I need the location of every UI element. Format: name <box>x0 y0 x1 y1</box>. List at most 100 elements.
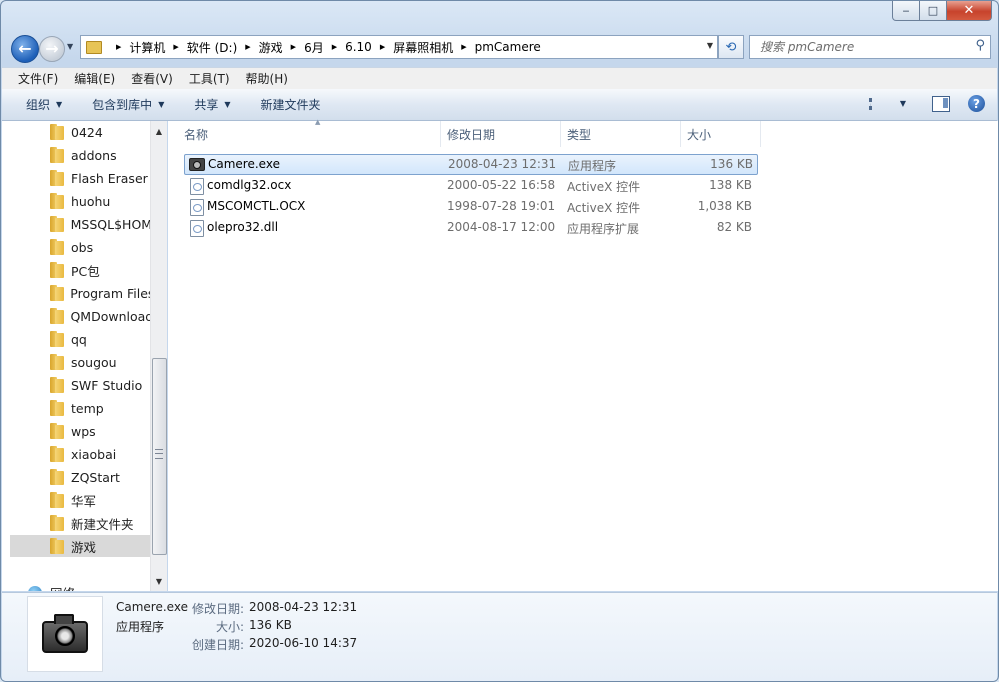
menu-tools[interactable]: 工具(T) <box>189 70 230 87</box>
tree-item-temp[interactable]: temp <box>10 397 150 419</box>
tree-item-games[interactable]: 游戏 <box>10 535 150 557</box>
folder-icon <box>50 423 64 439</box>
help-icon[interactable]: ? <box>968 95 985 112</box>
column-header-type[interactable]: 类型 <box>561 121 681 147</box>
tree-item-swf-studio[interactable]: SWF Studio <box>10 374 150 396</box>
scroll-up-arrow-icon[interactable]: ▲ <box>151 123 167 139</box>
breadcrumb-item[interactable]: 软件 (D:) <box>187 39 237 56</box>
breadcrumb-item[interactable]: 计算机 <box>129 39 165 56</box>
tree-item-qmdownload[interactable]: QMDownload <box>10 305 150 327</box>
maximize-button[interactable]: □ <box>920 1 947 21</box>
search-input[interactable] <box>758 36 962 58</box>
folder-icon <box>50 377 64 393</box>
file-row-comdlg32[interactable]: comdlg32.ocx 2000-05-22 16:58 ActiveX 控件… <box>184 176 756 196</box>
network-icon <box>28 585 42 591</box>
tree-item-huajun[interactable]: 华军 <box>10 489 150 511</box>
folder-icon <box>50 262 64 278</box>
breadcrumb-item[interactable]: 6月 <box>304 39 324 56</box>
close-button[interactable]: ✕ <box>947 1 992 21</box>
tree-item-wps[interactable]: wps <box>10 420 150 442</box>
forward-button[interactable]: → <box>39 36 65 62</box>
tree-item-addons[interactable]: addons <box>10 144 150 166</box>
details-filetype: 应用程序 <box>116 620 165 634</box>
tree-item-network[interactable]: 网络 <box>28 583 75 591</box>
breadcrumb-item[interactable]: 游戏 <box>259 39 283 56</box>
folder-icon <box>50 170 64 186</box>
breadcrumb-chevron-icon[interactable]: ▶ <box>173 43 178 51</box>
tree-item-0424[interactable]: 0424 <box>10 121 150 143</box>
tree-item-program-files[interactable]: Program Files <box>10 282 150 304</box>
view-options-icon[interactable] <box>868 97 886 110</box>
breadcrumb-chevron-icon[interactable]: ▶ <box>116 43 121 51</box>
include-in-library-button[interactable]: 包含到库中 ▼ <box>92 96 164 113</box>
file-size: 136 KB <box>710 157 753 171</box>
refresh-button[interactable]: ⟲ <box>718 35 744 59</box>
column-name-label: 名称 <box>184 127 209 142</box>
search-icon[interactable]: ⚲ <box>975 38 985 53</box>
column-header-date[interactable]: 修改日期 <box>441 121 561 147</box>
tree-item-huohu[interactable]: huohu <box>10 190 150 212</box>
scrollbar-thumb[interactable] <box>152 358 167 555</box>
menu-bar: 文件(F) 编辑(E) 查看(V) 工具(T) 帮助(H) <box>2 67 997 89</box>
file-row-mscomctl[interactable]: MSCOMCTL.OCX 1998-07-28 19:01 ActiveX 控件… <box>184 197 756 217</box>
breadcrumb-chevron-icon[interactable]: ▶ <box>245 43 250 51</box>
navigation-scrollbar[interactable]: ▲ ▼ <box>150 121 167 591</box>
details-modified-value: 2008-04-23 12:31 <box>249 600 358 614</box>
scroll-down-arrow-icon[interactable]: ▼ <box>151 573 167 589</box>
file-size: 138 KB <box>709 178 752 192</box>
file-size: 1,038 KB <box>697 199 752 213</box>
breadcrumb-chevron-icon[interactable]: ▶ <box>291 43 296 51</box>
organize-button[interactable]: 组织 ▼ <box>26 96 62 113</box>
share-button[interactable]: 共享 ▼ <box>194 96 230 113</box>
breadcrumb-chevron-icon[interactable]: ▶ <box>332 43 337 51</box>
breadcrumb-chevron-icon[interactable]: ▶ <box>461 43 466 51</box>
tree-item-label: xiaobai <box>71 446 117 462</box>
folder-icon <box>50 469 64 485</box>
new-folder-button[interactable]: 新建文件夹 <box>261 96 321 113</box>
breadcrumb-item[interactable]: 屏幕照相机 <box>393 39 453 56</box>
tree-item-qq[interactable]: qq <box>10 328 150 350</box>
tree-item-zqstart[interactable]: ZQStart <box>10 466 150 488</box>
file-thumbnail <box>27 596 103 672</box>
breadcrumb-chevron-icon[interactable]: ▶ <box>380 43 385 51</box>
address-bar[interactable]: ▶ 计算机 ▶ 软件 (D:) ▶ 游戏 ▶ 6月 ▶ 6.10 ▶ 屏幕照相机… <box>80 35 718 59</box>
recent-pages-dropdown[interactable]: ▼ <box>67 42 73 51</box>
menu-edit[interactable]: 编辑(E) <box>74 70 115 87</box>
column-header-size[interactable]: 大小 <box>681 121 761 147</box>
menu-file[interactable]: 文件(F) <box>18 70 58 87</box>
breadcrumb-item[interactable]: 6.10 <box>345 40 372 54</box>
view-controls: ▼ ? <box>868 95 985 112</box>
tree-item-mssql[interactable]: MSSQL$HOM <box>10 213 150 235</box>
file-type: ActiveX 控件 <box>567 180 641 194</box>
file-row-camere[interactable]: Camere.exe 2008-04-23 12:31 应用程序 136 KB <box>184 154 758 175</box>
tree-item-obs[interactable]: obs <box>10 236 150 258</box>
minimize-button[interactable]: ‒ <box>892 1 920 21</box>
tree-item-xiaobai[interactable]: xiaobai <box>10 443 150 465</box>
details-pane: Camere.exe 应用程序 修改日期: 2008-04-23 12:31 大… <box>2 592 997 681</box>
view-dropdown-icon[interactable]: ▼ <box>900 99 906 108</box>
sort-ascending-icon: ▲ <box>315 118 321 126</box>
folder-icon <box>50 538 64 554</box>
new-folder-label: 新建文件夹 <box>260 98 321 112</box>
tree-item-label: 游戏 <box>71 539 97 555</box>
tree-item-flash-eraser[interactable]: Flash Eraser <box>10 167 150 189</box>
folder-icon <box>50 308 65 324</box>
breadcrumb-item[interactable]: pmCamere <box>475 40 541 54</box>
caption-buttons: ‒ □ ✕ <box>892 1 992 21</box>
tree-item-sougou[interactable]: sougou <box>10 351 150 373</box>
maximize-icon: □ <box>927 4 939 17</box>
tree-item-new-folder[interactable]: 新建文件夹 <box>10 512 150 534</box>
address-dropdown-button[interactable]: ▼ <box>707 41 713 50</box>
preview-pane-icon[interactable] <box>932 95 950 112</box>
menu-view[interactable]: 查看(V) <box>131 70 173 87</box>
tree-item-pc[interactable]: PC包 <box>10 259 150 281</box>
column-header-name[interactable]: 名称 ▲ <box>178 118 441 147</box>
tree-item-label: addons <box>71 147 117 163</box>
file-row-olepro32[interactable]: olepro32.dll 2004-08-17 12:00 应用程序扩展 82 … <box>184 218 756 238</box>
menu-help[interactable]: 帮助(H) <box>246 70 288 87</box>
file-date: 2004-08-17 12:00 <box>447 220 556 234</box>
tree-item-label: 0424 <box>71 124 103 140</box>
tree-item-label: ZQStart <box>71 469 120 485</box>
file-name: olepro32.dll <box>207 220 279 234</box>
back-button[interactable]: ← <box>11 35 39 63</box>
